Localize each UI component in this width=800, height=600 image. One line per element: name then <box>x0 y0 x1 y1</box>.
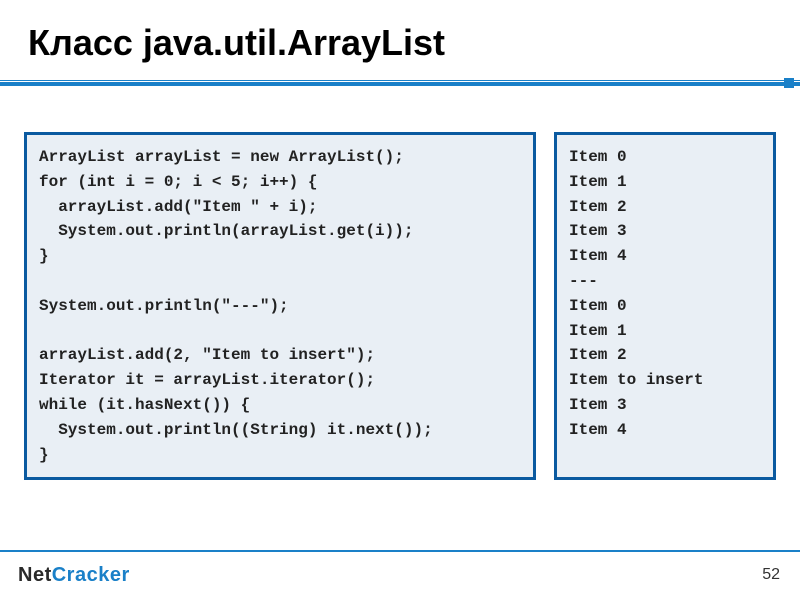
slide: Класс java.util.ArrayList ArrayList arra… <box>0 0 800 600</box>
output-block: Item 0 Item 1 Item 2 Item 3 Item 4 --- I… <box>554 132 776 480</box>
brand-part2: Cracker <box>52 564 130 586</box>
page-number: 52 <box>762 566 780 584</box>
title-divider <box>0 78 800 88</box>
content-row: ArrayList arrayList = new ArrayList(); f… <box>0 88 800 480</box>
footer: NetCracker 52 <box>0 550 800 600</box>
code-block: ArrayList arrayList = new ArrayList(); f… <box>24 132 536 480</box>
brand-logo: NetCracker <box>18 564 130 587</box>
slide-title: Класс java.util.ArrayList <box>0 0 800 78</box>
brand-part1: Net <box>18 564 52 586</box>
